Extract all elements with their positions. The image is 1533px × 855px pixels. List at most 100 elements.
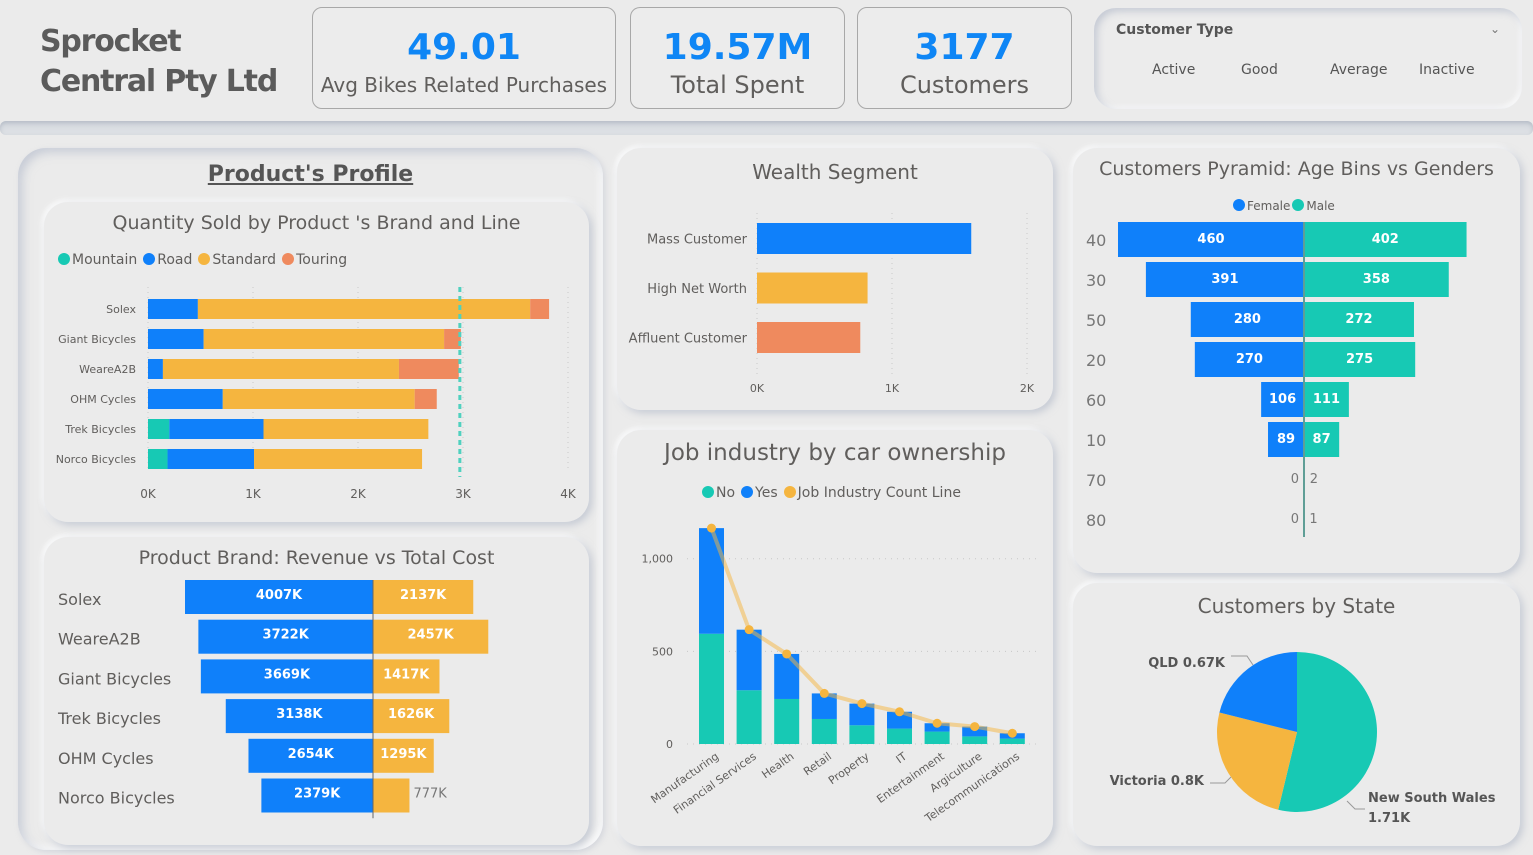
count-line-marker: [782, 649, 792, 659]
female-data-label: 106: [1269, 392, 1296, 407]
bar-segment-road: [169, 419, 264, 439]
y-category-label: Solex: [106, 303, 136, 316]
age-bin-label: 70: [1086, 471, 1106, 490]
job-industry-chart: 05001,000ManufacturingFinancial Services…: [642, 523, 1041, 825]
customers-by-state-chart: QLD 0.67K Victoria 0.8K New South Wales 1.7…: [1110, 652, 1496, 826]
header-divider: [0, 121, 1533, 135]
bar-segment-yes: [699, 528, 724, 634]
y-category-label: Trek Bicycles: [64, 423, 136, 436]
female-data-label: 0: [1291, 512, 1299, 527]
customer-type-slicer[interactable]: Customer Type ⌄ Active Good Average Inac…: [1094, 8, 1522, 109]
bar-segment-no: [736, 690, 762, 744]
x-tick-label: 3K: [455, 487, 472, 501]
chevron-down-icon[interactable]: ⌄: [1490, 22, 1500, 36]
kpi-card-total-spent: 19.57M Total Spent: [630, 7, 845, 109]
leader-line: [1210, 776, 1232, 784]
age-bin-label: 20: [1086, 351, 1106, 370]
male-data-label: 402: [1372, 232, 1399, 247]
bar-segment-road: [148, 299, 198, 319]
kpi-value: 19.57M: [662, 27, 813, 68]
count-line-marker: [857, 699, 867, 709]
bar-segment-standard: [254, 449, 423, 469]
bar-segment-no: [699, 633, 724, 744]
wealth-segment-card: Wealth Segment 0K 1K 2K Mass Customer High N…: [617, 148, 1053, 410]
leader-line: [1346, 800, 1365, 810]
pie-value-nsw: 1.71K: [1368, 811, 1411, 826]
cost-data-label: 1626K: [388, 707, 435, 722]
cost-data-label: 2137K: [400, 588, 447, 603]
cost-data-label: 1417K: [383, 667, 430, 682]
x-category-label: Property: [826, 750, 872, 788]
kpi-value: 3177: [914, 27, 1015, 68]
x-tick-label: 2K: [350, 487, 367, 501]
count-line-marker: [970, 722, 980, 732]
kpi-value: 49.01: [407, 27, 521, 68]
count-line-marker: [744, 625, 754, 635]
count-line-marker: [895, 707, 904, 717]
x-category-label: Health: [759, 750, 796, 781]
slicer-option-active[interactable]: Active: [1152, 62, 1241, 78]
cost-bar: [373, 778, 410, 813]
slicer-option-average[interactable]: Average: [1330, 62, 1419, 78]
age-bin-label: 30: [1086, 271, 1106, 290]
female-data-label: 391: [1211, 272, 1238, 287]
slicer-option-good[interactable]: Good: [1241, 62, 1330, 78]
count-line-marker: [707, 523, 716, 533]
y-tick-label: 1,000: [642, 553, 674, 566]
x-tick-label: 0K: [750, 382, 765, 395]
wealth-bar: [757, 272, 868, 304]
slicer-option-inactive[interactable]: Inactive: [1419, 62, 1508, 78]
y-category-label: Giant Bicycles: [58, 333, 136, 346]
quantity-sold-chart: 0K 1K 2K 3K 4K Solex Giant Bicycles WeareA2B OHM…: [56, 287, 577, 501]
cost-data-label: 777K: [413, 787, 447, 802]
male-data-label: 1: [1309, 512, 1317, 527]
male-data-label: 358: [1363, 272, 1390, 287]
age-bin-label: 50: [1086, 311, 1106, 330]
bar-segment-standard: [162, 359, 399, 379]
pie-label-nsw: New South Wales: [1368, 791, 1496, 806]
x-tick-label: 4K: [560, 487, 577, 501]
x-tick-label: 2K: [1020, 382, 1035, 395]
count-line-marker: [932, 718, 942, 728]
revenue-data-label: 3138K: [276, 707, 323, 722]
revenue-data-label: 4007K: [256, 588, 303, 603]
kpi-card-avg-purchases: 49.01 Avg Bikes Related Purchases: [312, 7, 616, 109]
bar-segment-no: [924, 731, 950, 744]
kpi-label: Avg Bikes Related Purchases: [320, 73, 608, 97]
bar-segment-road: [148, 359, 163, 379]
male-data-label: 87: [1313, 432, 1331, 447]
company-name: Sprocket Central Pty Ltd: [40, 24, 278, 99]
wealth-segment-chart: 0K 1K 2K Mass Customer High Net Worth Affluen…: [629, 213, 1035, 395]
male-data-label: 2: [1310, 472, 1318, 487]
slicer-title: Customer Type: [1116, 22, 1234, 38]
bar-segment-standard: [197, 299, 531, 319]
pie-label-qld: QLD 0.67K: [1148, 656, 1226, 671]
female-data-label: 280: [1234, 312, 1261, 327]
category-label: Giant Bicycles: [58, 669, 171, 688]
revenue-data-label: 3722K: [263, 628, 310, 643]
category-label: WeareA2B: [58, 630, 141, 649]
age-bin-label: 40: [1086, 231, 1106, 250]
wealth-bar: [757, 223, 972, 254]
pie-label-victoria: Victoria 0.8K: [1110, 774, 1205, 789]
count-line-marker: [819, 688, 829, 698]
count-line-marker: [1007, 728, 1017, 738]
bar-segment-no: [962, 736, 988, 744]
y-category-label: Affluent Customer: [629, 332, 748, 347]
revenue-data-label: 2654K: [288, 747, 335, 762]
bar-segment-touring: [398, 359, 459, 379]
bar-segment-standard: [263, 419, 429, 439]
bar-segment-standard: [222, 389, 415, 409]
bar-segment-touring: [530, 299, 550, 319]
y-category-label: Norco Bicycles: [56, 453, 137, 466]
revenue-cost-card: Product Brand: Revenue vs Total Cost Sol…: [44, 537, 589, 845]
wealth-bar: [757, 322, 861, 353]
bar-segment-standard: [203, 329, 445, 349]
bar-segment-no: [849, 725, 875, 744]
x-tick-label: 0K: [140, 487, 157, 501]
bar-segment-road: [167, 449, 255, 469]
bar-segment-road: [148, 389, 223, 409]
female-data-label: 89: [1277, 432, 1295, 447]
y-category-label: WeareA2B: [79, 363, 136, 376]
category-label: Solex: [58, 590, 101, 609]
